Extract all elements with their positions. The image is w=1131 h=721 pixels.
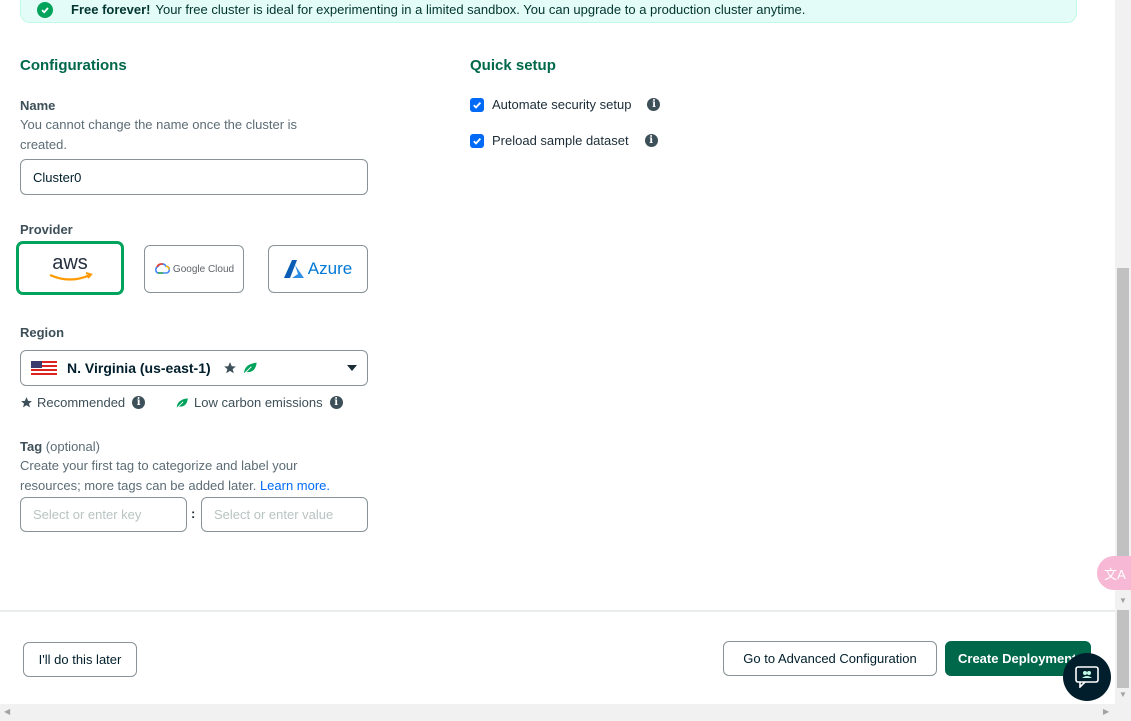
legend-low-carbon-text: Low carbon emissions	[194, 395, 323, 410]
chat-icon	[1075, 666, 1099, 688]
legend-low-carbon: Low carbon emissions i	[175, 395, 343, 410]
region-value: N. Virginia (us-east-1)	[67, 360, 211, 376]
provider-label: Provider	[20, 222, 73, 237]
provider-azure[interactable]: Azure	[268, 245, 368, 293]
caret-down-icon	[347, 365, 357, 371]
azure-label: Azure	[307, 259, 353, 278]
scroll-right-arrow-icon[interactable]: ▶	[1103, 707, 1109, 716]
svg-text:aws: aws	[52, 252, 88, 274]
configurations-title: Configurations	[20, 57, 127, 74]
info-icon[interactable]: i	[132, 396, 146, 409]
info-icon[interactable]: i	[644, 134, 658, 147]
banner-strong: Free forever!	[71, 2, 151, 17]
legend-recommended-text: Recommended	[37, 395, 126, 410]
scroll-down-arrow-icon[interactable]: ▼	[1119, 690, 1127, 699]
learn-more-link[interactable]: Learn more.	[260, 478, 330, 493]
automate-security-row[interactable]: Automate security setup i	[470, 97, 661, 112]
google-cloud-logo-icon	[154, 263, 170, 274]
preload-dataset-checkbox[interactable]	[470, 133, 484, 148]
azure-logo-icon	[283, 260, 304, 278]
tag-label: Tag (optional)	[20, 439, 100, 454]
scroll-left-arrow-icon[interactable]: ◀	[4, 707, 10, 716]
chat-widget[interactable]	[1063, 653, 1111, 701]
leaf-icon	[243, 362, 257, 375]
preload-dataset-row[interactable]: Preload sample dataset i	[470, 133, 658, 148]
tag-description: Create your first tag to categorize and …	[20, 456, 360, 496]
info-icon[interactable]: i	[329, 396, 343, 409]
automate-security-label: Automate security setup	[492, 97, 632, 112]
tag-separator: :	[191, 506, 196, 521]
scroll-down-arrow-icon[interactable]: ▼	[1119, 596, 1127, 605]
tag-optional: (optional)	[45, 439, 100, 454]
cluster-name-input[interactable]	[20, 159, 368, 195]
name-description: You cannot change the name once the clus…	[20, 117, 298, 152]
info-icon[interactable]: i	[647, 98, 661, 111]
do-later-button[interactable]: I'll do this later	[23, 642, 137, 677]
legend-recommended: Recommended i	[20, 395, 146, 410]
check-circle-icon	[37, 1, 53, 18]
tag-description-text: Create your first tag to categorize and …	[20, 458, 298, 493]
tag-value-input[interactable]	[201, 497, 368, 532]
scrollbar-thumb[interactable]	[1117, 268, 1129, 588]
vertical-scrollbar[interactable]: ▼ ▼	[1115, 0, 1131, 705]
translate-icon: 文A	[1104, 566, 1126, 582]
star-icon	[21, 397, 32, 408]
quick-setup-title: Quick setup	[470, 57, 556, 74]
translate-widget[interactable]: 文A	[1097, 556, 1131, 590]
name-label: Name	[20, 98, 56, 113]
aws-logo-icon: aws	[49, 252, 93, 281]
leaf-icon	[176, 397, 188, 409]
automate-security-checkbox[interactable]	[470, 97, 484, 112]
horizontal-scrollbar[interactable]: ◀ ▶	[0, 704, 1131, 721]
region-select[interactable]: N. Virginia (us-east-1)	[20, 350, 368, 386]
provider-google-cloud[interactable]: Google Cloud	[144, 245, 244, 293]
advanced-configuration-button[interactable]: Go to Advanced Configuration	[723, 641, 937, 676]
tag-key-input[interactable]	[20, 497, 187, 532]
tag-label-text: Tag	[20, 439, 43, 454]
us-flag-icon	[31, 361, 57, 375]
free-tier-banner: Free forever! Your free cluster is ideal…	[20, 0, 1077, 23]
banner-text: Your free cluster is ideal for experimen…	[155, 2, 806, 17]
footer-bar: I'll do this later Go to Advanced Config…	[0, 610, 1115, 704]
google-cloud-label: Google Cloud	[172, 263, 235, 275]
provider-aws[interactable]: aws	[17, 242, 123, 294]
preload-dataset-label: Preload sample dataset	[492, 133, 629, 148]
scrollbar-thumb-lower[interactable]	[1117, 610, 1129, 688]
region-label: Region	[20, 325, 65, 340]
star-icon	[223, 362, 236, 374]
